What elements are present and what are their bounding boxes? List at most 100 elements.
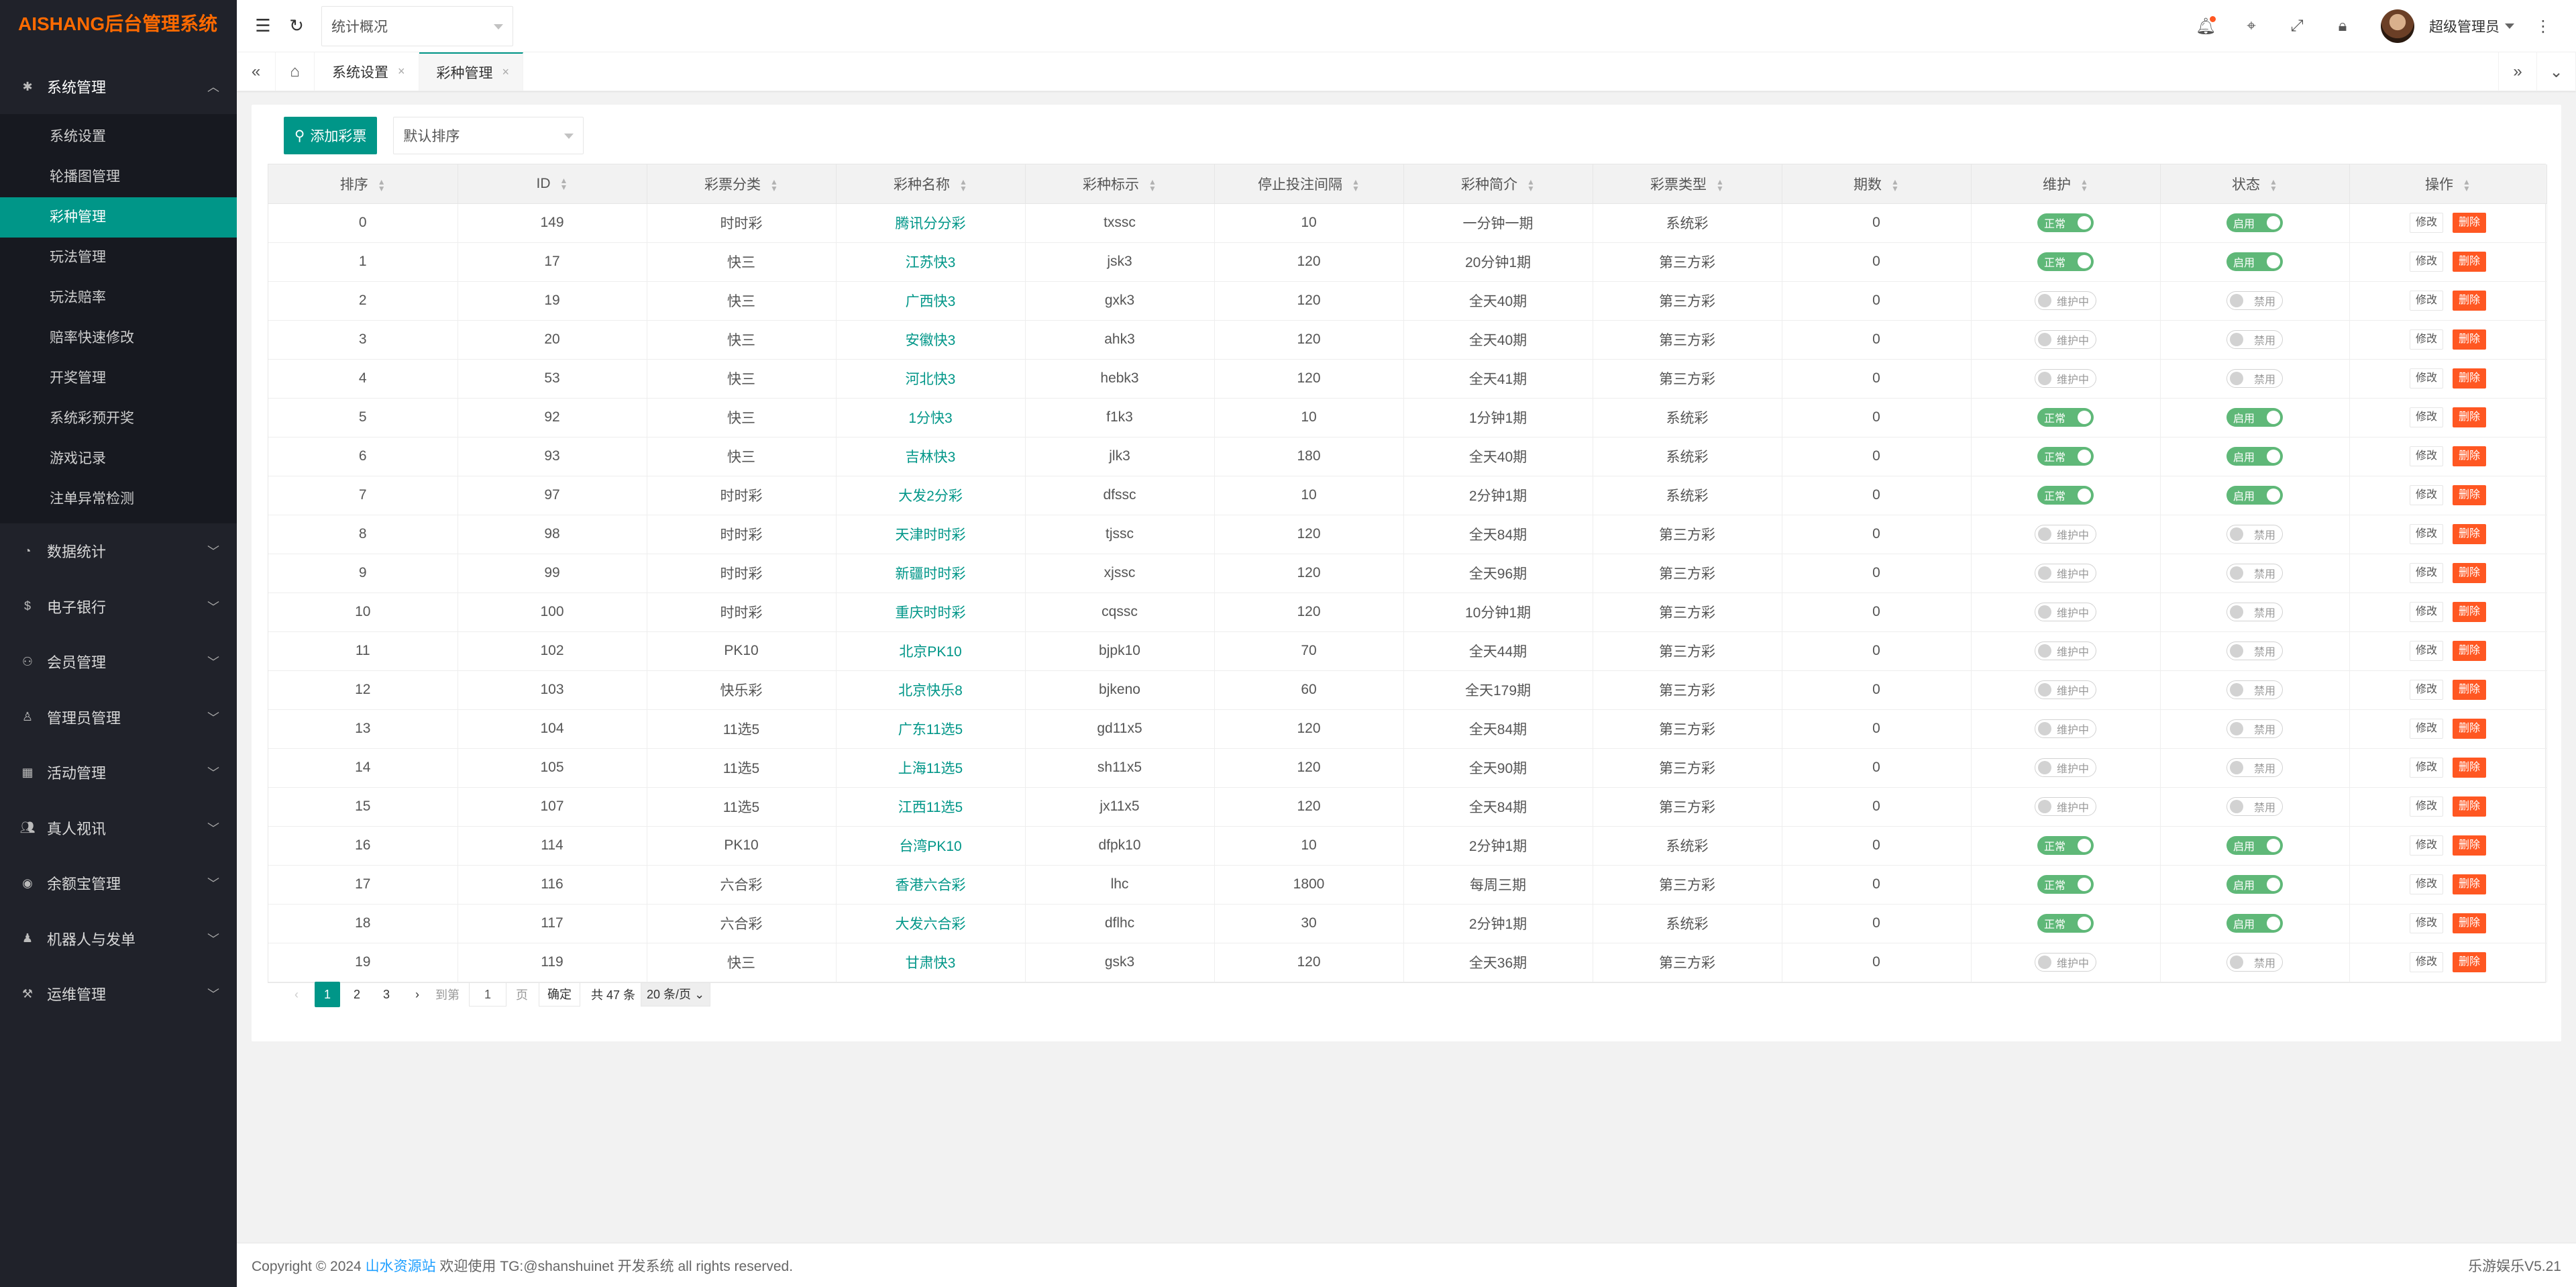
status-switch[interactable]: 启用: [2226, 252, 2283, 271]
column-header[interactable]: 维护 ▲ ▼: [1971, 164, 2161, 204]
edit-button[interactable]: 修改: [2409, 213, 2443, 233]
status-switch[interactable]: 禁用: [2226, 564, 2283, 582]
maintenance-switch[interactable]: 维护中: [2034, 719, 2096, 738]
delete-button[interactable]: 删除: [2453, 952, 2487, 972]
cell-name[interactable]: 重庆时时彩: [836, 593, 1026, 632]
sidebar-group[interactable]: ◉ 余额宝管理 ﹀: [0, 856, 237, 911]
cell-name[interactable]: 广西快3: [836, 281, 1026, 321]
cell-name[interactable]: 新疆时时彩: [836, 554, 1026, 593]
status-switch[interactable]: 禁用: [2226, 330, 2283, 349]
sidebar-item[interactable]: 开奖管理: [0, 358, 237, 399]
more-vertical-icon[interactable]: ⋮: [2526, 9, 2560, 43]
delete-button[interactable]: 删除: [2453, 602, 2487, 622]
cell-name[interactable]: 台湾PK10: [836, 826, 1026, 866]
edit-button[interactable]: 修改: [2409, 446, 2443, 466]
footer-site-link[interactable]: 山水资源站: [366, 1259, 436, 1274]
sort-icon[interactable]: ▲ ▼: [2463, 178, 2471, 193]
maintenance-switch[interactable]: 维护中: [2034, 330, 2096, 349]
add-lottery-button[interactable]: ⚲ 添加彩票: [284, 117, 378, 154]
column-header[interactable]: 彩票类型 ▲ ▼: [1593, 164, 1782, 204]
cell-name[interactable]: 吉林快3: [836, 437, 1026, 476]
maintenance-switch[interactable]: 维护中: [2034, 953, 2096, 972]
sort-icon[interactable]: ▲ ▼: [378, 178, 386, 193]
tabs-dropdown-icon[interactable]: ⌄: [2537, 52, 2576, 91]
sidebar-item[interactable]: 玩法赔率: [0, 278, 237, 318]
lock-icon[interactable]: 🔒︎: [2326, 9, 2359, 43]
cell-name[interactable]: 江西11选5: [836, 787, 1026, 827]
next-page-icon[interactable]: ›: [405, 982, 430, 1007]
edit-button[interactable]: 修改: [2409, 485, 2443, 505]
sort-icon[interactable]: ▲ ▼: [959, 178, 967, 193]
cell-name[interactable]: 大发六合彩: [836, 904, 1026, 943]
goto-page-input[interactable]: 1: [469, 982, 506, 1007]
sidebar-item[interactable]: 赔率快速修改: [0, 318, 237, 358]
sidebar-item[interactable]: 彩种管理: [0, 197, 237, 238]
maintenance-switch[interactable]: 维护中: [2034, 758, 2096, 777]
delete-button[interactable]: 删除: [2453, 758, 2487, 778]
column-header[interactable]: ID ▲ ▼: [458, 164, 647, 204]
edit-button[interactable]: 修改: [2409, 758, 2443, 778]
sidebar-item[interactable]: 轮播图管理: [0, 157, 237, 197]
delete-button[interactable]: 删除: [2453, 913, 2487, 933]
sidebar-group[interactable]: ⚇ 会员管理 ﹀: [0, 634, 237, 690]
status-switch[interactable]: 禁用: [2226, 953, 2283, 972]
delete-button[interactable]: 删除: [2453, 835, 2487, 856]
edit-button[interactable]: 修改: [2409, 368, 2443, 389]
delete-button[interactable]: 删除: [2453, 368, 2487, 389]
cell-name[interactable]: 上海11选5: [836, 748, 1026, 788]
maintenance-switch[interactable]: 正常: [2037, 836, 2094, 855]
edit-button[interactable]: 修改: [2409, 329, 2443, 350]
sidebar-item[interactable]: 系统彩预开奖: [0, 399, 237, 439]
maintenance-switch[interactable]: 正常: [2037, 213, 2094, 232]
status-switch[interactable]: 禁用: [2226, 797, 2283, 816]
cell-name[interactable]: 天津时时彩: [836, 515, 1026, 554]
edit-button[interactable]: 修改: [2409, 407, 2443, 427]
tag-icon[interactable]: ⌖: [2235, 9, 2268, 43]
tabs-scroll-left-icon[interactable]: «: [237, 52, 276, 91]
maintenance-switch[interactable]: 维护中: [2034, 797, 2096, 816]
page-number[interactable]: 1: [315, 982, 340, 1007]
sidebar-group[interactable]: ⚒ 运维管理 ﹀: [0, 966, 237, 1022]
status-switch[interactable]: 禁用: [2226, 525, 2283, 544]
delete-button[interactable]: 删除: [2453, 563, 2487, 583]
sort-icon[interactable]: ▲ ▼: [2080, 178, 2088, 193]
delete-button[interactable]: 删除: [2453, 252, 2487, 272]
quick-nav-select[interactable]: 统计概况: [321, 5, 513, 46]
column-header[interactable]: 排序 ▲ ▼: [268, 164, 458, 204]
status-switch[interactable]: 禁用: [2226, 680, 2283, 699]
column-header[interactable]: 彩种名称 ▲ ▼: [836, 164, 1026, 204]
tab[interactable]: 彩种管理 ×: [419, 52, 524, 91]
user-menu[interactable]: 超级管理员: [2429, 16, 2514, 36]
app-logo[interactable]: AISHANG后台管理系统: [0, 0, 237, 50]
column-header[interactable]: 停止投注间隔 ▲ ▼: [1214, 164, 1404, 204]
delete-button[interactable]: 删除: [2453, 680, 2487, 700]
cell-name[interactable]: 香港六合彩: [836, 865, 1026, 905]
edit-button[interactable]: 修改: [2409, 913, 2443, 933]
edit-button[interactable]: 修改: [2409, 524, 2443, 544]
cell-name[interactable]: 江苏快3: [836, 242, 1026, 282]
cell-name[interactable]: 北京PK10: [836, 631, 1026, 671]
sort-icon[interactable]: ▲ ▼: [2269, 178, 2277, 193]
sort-icon[interactable]: ▲ ▼: [1148, 178, 1157, 193]
sort-icon[interactable]: ▲ ▼: [560, 176, 568, 191]
maintenance-switch[interactable]: 正常: [2037, 447, 2094, 466]
status-switch[interactable]: 禁用: [2226, 719, 2283, 738]
delete-button[interactable]: 删除: [2453, 641, 2487, 661]
sort-icon[interactable]: ▲ ▼: [1352, 178, 1360, 193]
maintenance-switch[interactable]: 正常: [2037, 252, 2094, 271]
sidebar-group[interactable]: ♙ 管理员管理 ﹀: [0, 690, 237, 745]
menu-fold-icon[interactable]: ☰: [246, 9, 280, 43]
status-switch[interactable]: 启用: [2226, 213, 2283, 232]
delete-button[interactable]: 删除: [2453, 291, 2487, 311]
status-switch[interactable]: 禁用: [2226, 291, 2283, 310]
goto-confirm-button[interactable]: 确定: [539, 982, 580, 1007]
cell-name[interactable]: 1分快3: [836, 398, 1026, 437]
maintenance-switch[interactable]: 维护中: [2034, 291, 2096, 310]
edit-button[interactable]: 修改: [2409, 641, 2443, 661]
status-switch[interactable]: 启用: [2226, 486, 2283, 505]
cell-name[interactable]: 安徽快3: [836, 320, 1026, 360]
page-number[interactable]: 3: [374, 982, 399, 1007]
cell-name[interactable]: 北京快乐8: [836, 670, 1026, 710]
column-header[interactable]: 彩票分类 ▲ ▼: [647, 164, 837, 204]
sort-icon[interactable]: ▲ ▼: [1891, 178, 1899, 193]
